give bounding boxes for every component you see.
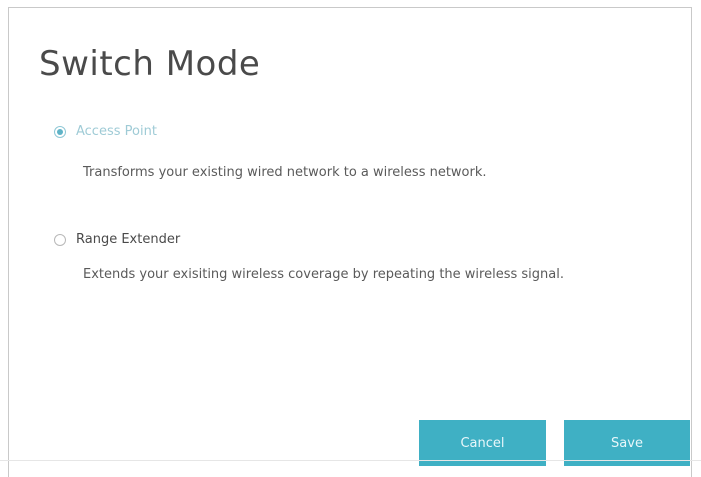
access-point-label[interactable]: Access Point — [76, 124, 157, 139]
access-point-radio[interactable] — [54, 125, 66, 138]
access-point-option[interactable]: Access Point — [54, 124, 157, 139]
range-extender-option[interactable]: Range Extender — [54, 232, 180, 247]
range-extender-description: Extends your exisiting wireless coverage… — [83, 267, 564, 282]
radio-dot-icon — [57, 128, 63, 135]
bottom-divider — [0, 460, 701, 461]
access-point-description: Transforms your existing wired network t… — [83, 165, 487, 180]
dialog-title: Switch Mode — [39, 44, 261, 84]
range-extender-label[interactable]: Range Extender — [76, 232, 180, 247]
range-extender-radio[interactable] — [54, 233, 66, 246]
switch-mode-dialog: Switch Mode Access Point Transforms your… — [8, 7, 692, 477]
